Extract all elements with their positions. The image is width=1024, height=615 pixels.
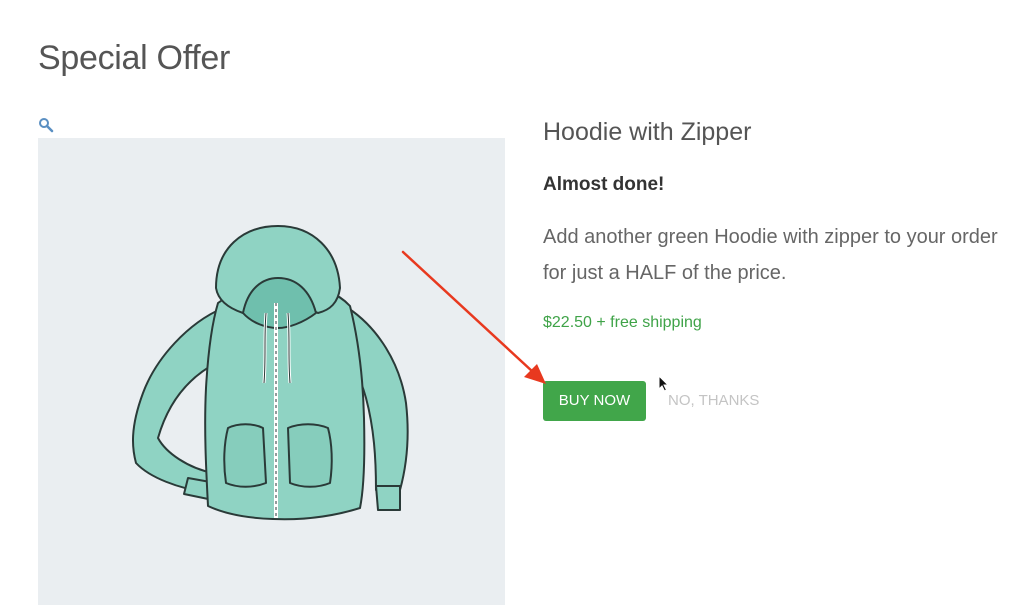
mouse-pointer-icon <box>658 375 670 392</box>
no-thanks-link[interactable]: NO, THANKS <box>668 390 759 412</box>
page-title: Special Offer <box>38 39 231 77</box>
offer-headline: Almost done! <box>543 174 665 195</box>
offer-price: $22.50 + free shipping <box>543 314 702 331</box>
product-image[interactable] <box>38 138 505 605</box>
magnifier-icon[interactable] <box>38 117 54 133</box>
buy-now-button[interactable]: BUY NOW <box>543 381 646 421</box>
hoodie-illustration <box>131 225 409 521</box>
offer-description: Add another green Hoodie with zipper to … <box>543 226 998 284</box>
product-name: Hoodie with Zipper <box>543 118 752 146</box>
